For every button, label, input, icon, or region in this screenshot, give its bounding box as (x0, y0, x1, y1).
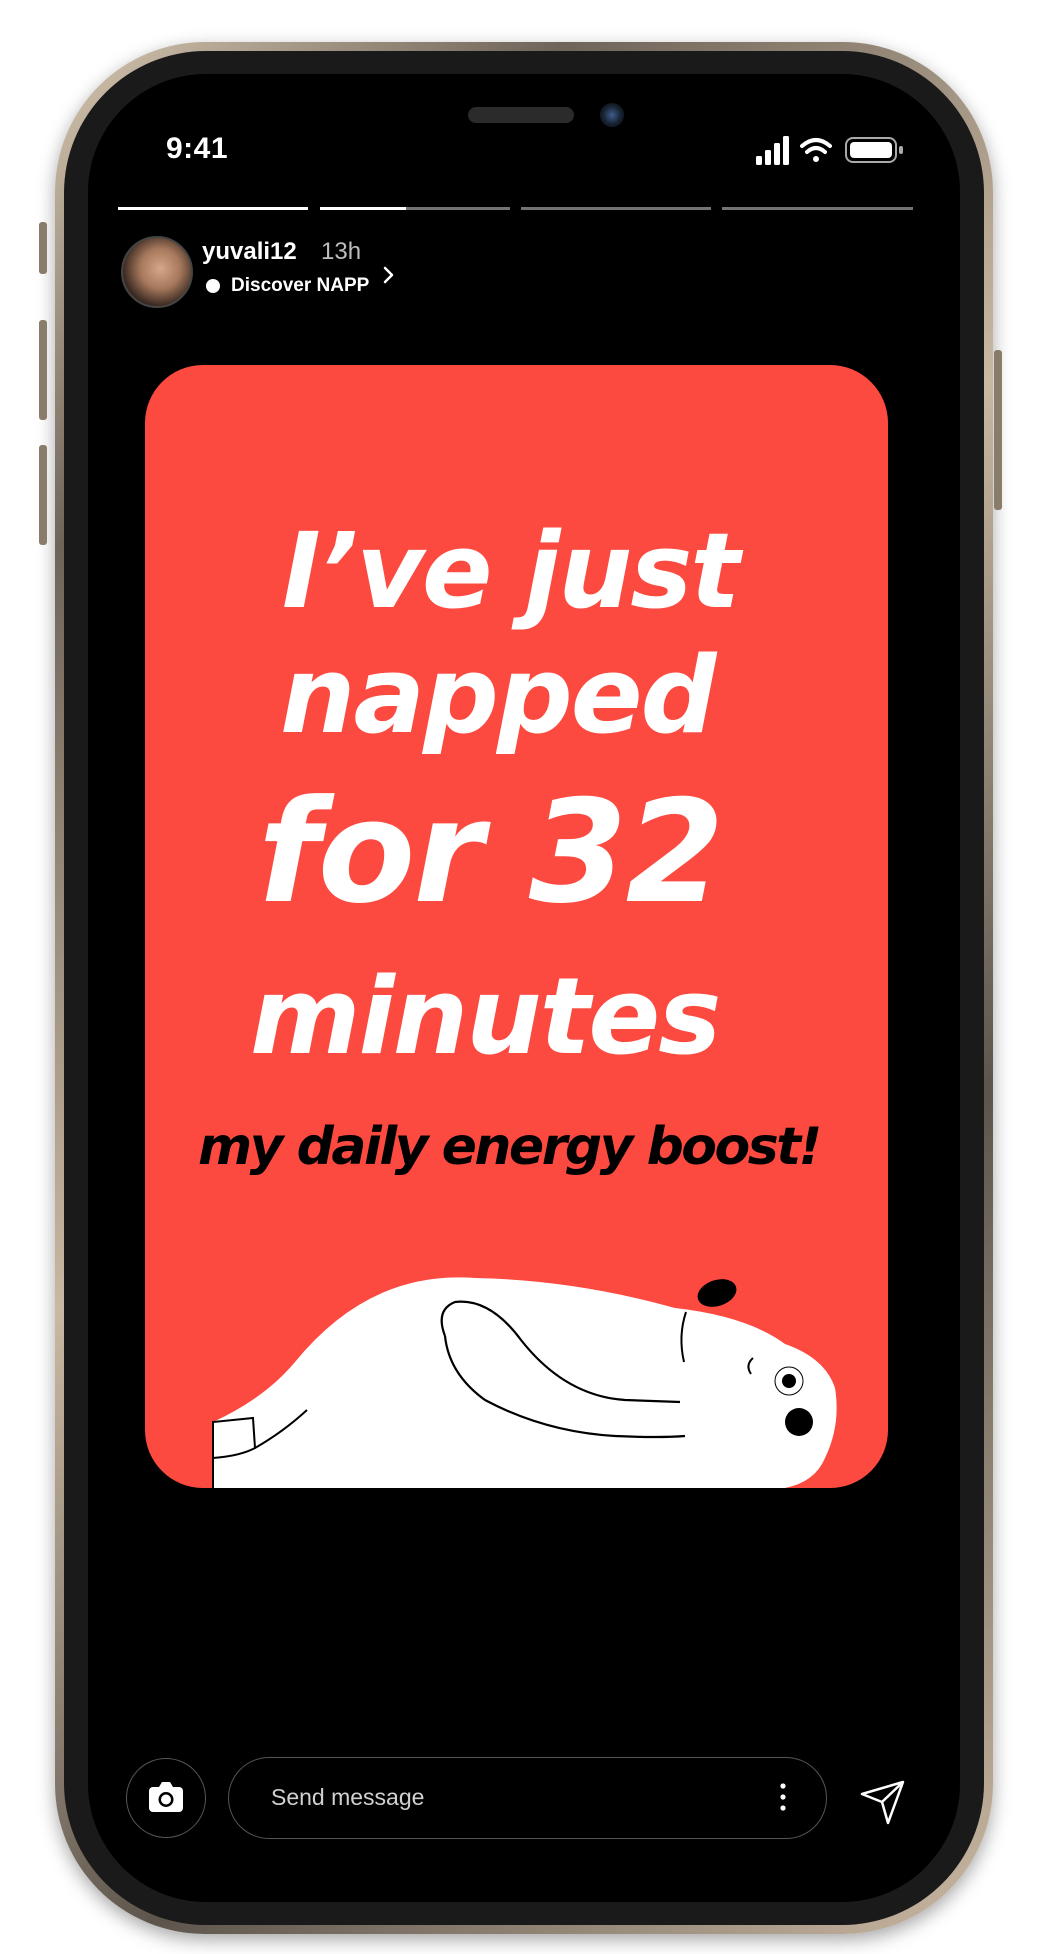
story-progress-3 (521, 207, 711, 210)
avatar[interactable] (121, 236, 193, 308)
story-time-ago: 13h (321, 238, 362, 265)
headline-line-1: I’ve just (282, 510, 740, 632)
chevron-right-icon[interactable] (382, 265, 396, 285)
sponsored-dot-icon (206, 279, 220, 293)
story-progress-1 (118, 207, 308, 210)
story-progress-2 (320, 207, 510, 210)
camera-button[interactable] (126, 1758, 206, 1838)
send-icon[interactable] (858, 1778, 908, 1828)
message-placeholder: Send message (271, 1784, 425, 1810)
cellular-signal-icon (756, 136, 789, 165)
side-button-volume-up (39, 320, 47, 420)
story-username[interactable]: yuvali12 (202, 238, 297, 266)
more-vertical-icon[interactable] (778, 1781, 788, 1813)
wifi-icon (800, 138, 832, 162)
speaker-grille (468, 107, 574, 123)
status-time: 9:41 (166, 132, 229, 165)
sleeping-bear-illustration (212, 1277, 837, 1488)
side-button-volume-down (39, 445, 47, 545)
headline-line-2: napped (280, 634, 717, 757)
front-camera (600, 103, 624, 127)
side-button-mute (39, 222, 47, 274)
camera-icon (149, 1782, 183, 1812)
side-button-power (994, 350, 1002, 510)
story-progress-fill (118, 207, 308, 210)
headline-line-4: minutes (250, 955, 721, 1078)
story-progress-4 (722, 207, 913, 210)
card-subline: my daily energy boost! (198, 1117, 822, 1177)
headline-line-3: for 32 (258, 770, 724, 935)
story-progress-fill (320, 207, 406, 210)
battery-icon (845, 137, 903, 163)
status-icons (756, 136, 903, 165)
sponsored-link[interactable]: Discover NAPP (231, 275, 369, 297)
